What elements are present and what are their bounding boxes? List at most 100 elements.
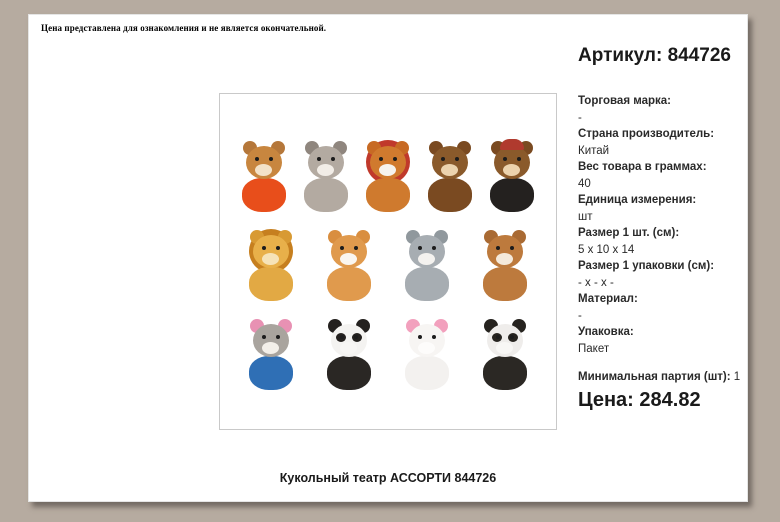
price-value: 284.82 — [639, 389, 701, 411]
field-item-size: Размер 1 шт. (см): 5 x 10 x 14 — [578, 225, 744, 258]
muzzle-shape — [503, 164, 520, 176]
muzzle-shape — [379, 164, 396, 176]
field-packaging: Упаковка: Пакет — [578, 324, 744, 357]
eye-shape — [496, 246, 500, 250]
body-shape — [327, 356, 371, 390]
minimum-batch-line: Минимальная партия (шт): 1 — [578, 370, 744, 385]
muzzle-shape — [255, 164, 272, 176]
eye-shape — [432, 335, 436, 339]
field-package-size: Размер 1 упаковки (см): - x - x - — [578, 258, 744, 291]
eye-shape — [255, 157, 259, 161]
body-shape — [249, 267, 293, 301]
toy-tabby-cat — [320, 225, 378, 305]
field-value: - x - x - — [578, 276, 614, 289]
eye-shape — [517, 157, 521, 161]
muzzle-shape — [418, 253, 435, 265]
toy-white-hamster — [398, 314, 456, 394]
eye-shape — [276, 246, 280, 250]
eye-shape — [441, 157, 445, 161]
body-shape — [366, 178, 410, 212]
eye-shape — [510, 246, 514, 250]
field-label: Размер 1 упаковки (см): — [578, 260, 715, 272]
eye-shape — [340, 246, 344, 250]
field-material: Материал: - — [578, 291, 744, 324]
article-number-heading: Артикул: 844726 — [578, 45, 731, 66]
product-card-page: Цена представлена для ознакомления и не … — [28, 14, 748, 502]
eye-shape — [317, 157, 321, 161]
field-label: Размер 1 шт. (см): — [578, 227, 680, 239]
muzzle-shape — [340, 253, 357, 265]
toy-gray-hamster — [297, 136, 355, 216]
field-label: Единица измерения: — [578, 194, 697, 206]
field-value: шт — [578, 210, 593, 223]
field-value: - — [578, 309, 582, 322]
eye-shape — [262, 335, 266, 339]
eye-shape — [503, 157, 507, 161]
body-shape — [249, 356, 293, 390]
muzzle-shape — [262, 342, 279, 354]
body-shape — [327, 267, 371, 301]
toy-cat-blue-sweater — [242, 314, 300, 394]
toy-row — [242, 314, 534, 394]
body-shape — [304, 178, 348, 212]
eye-shape — [432, 246, 436, 250]
toy-pirate-monkey — [483, 136, 541, 216]
toy-gray-hamster-2 — [398, 225, 456, 305]
eye-shape — [379, 157, 383, 161]
body-shape — [405, 267, 449, 301]
eye-shape — [418, 246, 422, 250]
field-country: Страна производитель: Китай — [578, 126, 744, 159]
product-photo — [219, 93, 557, 430]
body-shape — [483, 267, 527, 301]
body-shape — [428, 178, 472, 212]
price-disclaimer: Цена представлена для ознакомления и не … — [41, 23, 327, 33]
toy-brown-monkey — [421, 136, 479, 216]
toy-orange-horse — [359, 136, 417, 216]
toy-lion — [242, 225, 300, 305]
field-label: Торговая марка: — [578, 95, 671, 107]
field-label: Материал: — [578, 293, 638, 305]
toy-row — [242, 225, 534, 305]
product-details-column: Артикул: 844726 Торговая марка: - Страна… — [578, 45, 744, 412]
body-shape — [405, 356, 449, 390]
product-title: Кукольный театр АССОРТИ 844726 — [279, 471, 497, 485]
muzzle-shape — [340, 342, 357, 354]
muzzle-shape — [496, 253, 513, 265]
eye-shape — [354, 246, 358, 250]
muzzle-shape — [317, 164, 334, 176]
field-unit: Единица измерения: шт — [578, 192, 744, 225]
muzzle-shape — [441, 164, 458, 176]
muzzle-shape — [496, 342, 513, 354]
eye-shape — [269, 157, 273, 161]
eye-shape — [393, 157, 397, 161]
toy-row — [235, 136, 541, 216]
field-label: Вес товара в граммах: — [578, 161, 707, 173]
eye-shape — [276, 335, 280, 339]
field-trademark: Торговая марка: - — [578, 93, 744, 126]
eye-shape — [262, 246, 266, 250]
field-weight: Вес товара в граммах: 40 — [578, 159, 744, 192]
body-shape — [242, 178, 286, 212]
body-shape — [490, 178, 534, 212]
toy-panda — [320, 314, 378, 394]
muzzle-shape — [262, 253, 279, 265]
field-value: 5 x 10 x 14 — [578, 243, 635, 256]
eye-shape — [418, 335, 422, 339]
field-value: - — [578, 111, 582, 124]
minimum-batch-label: Минимальная партия (шт): — [578, 371, 731, 383]
toy-teddy-bear-orange-shirt — [235, 136, 293, 216]
eye-shape — [354, 335, 358, 339]
muzzle-shape — [418, 342, 435, 354]
field-label: Упаковка: — [578, 326, 634, 338]
field-value: 40 — [578, 177, 591, 190]
product-image-grid — [220, 94, 556, 429]
eye-shape — [340, 335, 344, 339]
toy-husky — [476, 314, 534, 394]
eye-shape — [331, 157, 335, 161]
body-shape — [483, 356, 527, 390]
toy-brown-hamster — [476, 225, 534, 305]
eye-shape — [510, 335, 514, 339]
field-value: Пакет — [578, 342, 610, 355]
eye-shape — [496, 335, 500, 339]
minimum-batch-value: 1 — [733, 371, 741, 383]
